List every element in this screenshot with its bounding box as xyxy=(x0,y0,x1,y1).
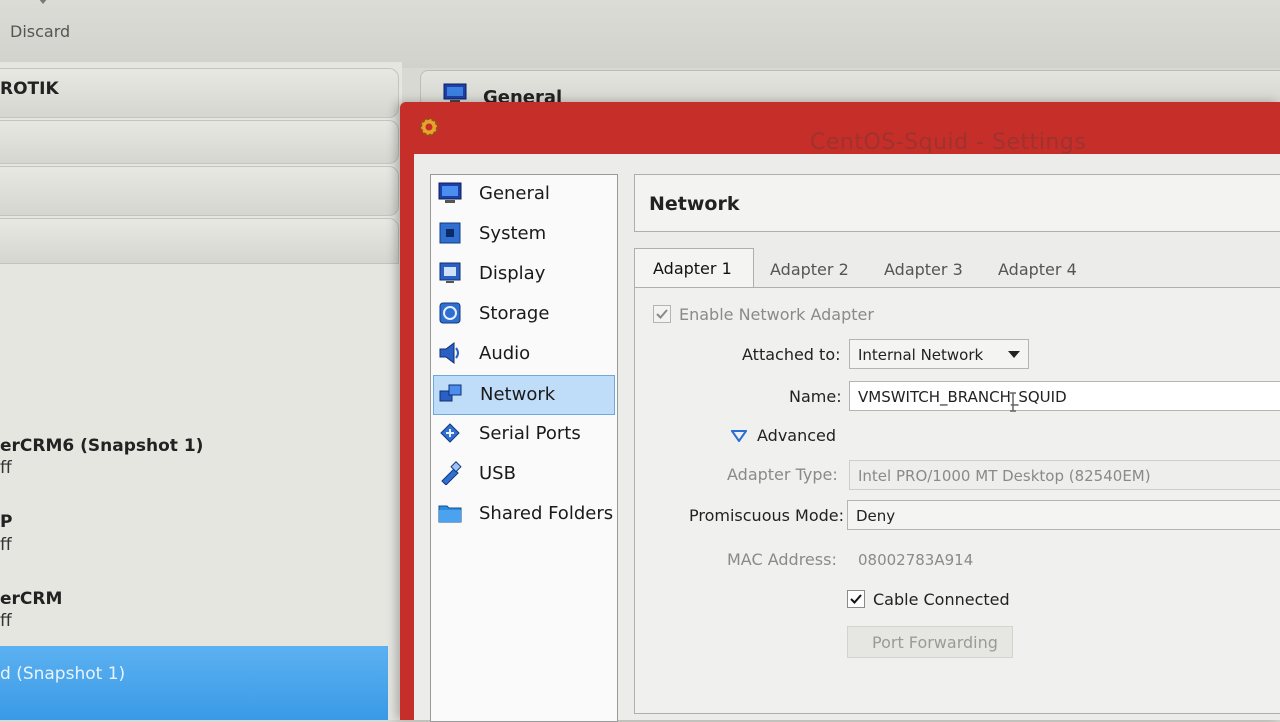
vm-name: ROTIK xyxy=(0,79,59,99)
category-label: Shared Folders xyxy=(479,503,614,524)
category-display[interactable]: Display xyxy=(433,255,613,293)
attached-to-value: Internal Network xyxy=(858,346,984,364)
vm-list-item[interactable]: ROTIK xyxy=(0,68,399,118)
vm-name[interactable]: P xyxy=(0,512,12,532)
category-label: Network xyxy=(480,384,556,405)
tab-adapter-2[interactable]: Adapter 2 xyxy=(770,248,870,286)
vm-list: ROTIK erCRM6 (Snapshot 1) ff P ff erCRM … xyxy=(0,62,402,720)
adapter-type-label: Adapter Type: xyxy=(727,465,838,484)
advanced-toggle[interactable]: Advanced xyxy=(757,426,836,445)
enable-adapter-checkbox[interactable] xyxy=(653,305,671,323)
display-icon xyxy=(439,262,461,283)
attached-to-label: Attached to: xyxy=(742,345,841,364)
vm-list-item[interactable] xyxy=(0,218,399,264)
monitor-icon xyxy=(438,182,462,203)
vm-name[interactable]: erCRM6 (Snapshot 1) xyxy=(0,436,203,456)
category-shared-folders[interactable]: Shared Folders xyxy=(433,495,613,533)
mac-address-label: MAC Address: xyxy=(727,550,837,569)
mac-address-value: 08002783A914 xyxy=(858,551,974,569)
tab-adapter-4[interactable]: Adapter 4 xyxy=(998,248,1098,286)
speaker-icon xyxy=(439,342,459,364)
checkmark-icon xyxy=(656,309,668,319)
category-label: System xyxy=(479,223,547,244)
category-label: General xyxy=(479,183,550,204)
category-label: Storage xyxy=(479,303,550,324)
port-forwarding-label: Port Forwarding xyxy=(872,633,998,652)
category-network[interactable]: Network xyxy=(433,375,615,415)
name-combobox[interactable]: VMSWITCH_BRANCH_SQUID xyxy=(849,381,1280,411)
category-label: Audio xyxy=(479,343,531,364)
name-label: Name: xyxy=(789,387,842,406)
monitor-icon xyxy=(443,83,467,102)
tab-label: Adapter 4 xyxy=(998,260,1077,279)
adapter-tab-body: Enable Network Adapter Attached to: Inte… xyxy=(634,287,1280,714)
page-title: Network xyxy=(649,193,740,215)
category-usb[interactable]: USB xyxy=(433,455,613,493)
adapter-tabs: Adapter 1 Adapter 2 Adapter 3 Adapter 4 xyxy=(634,248,1280,288)
promiscuous-mode-select[interactable]: Deny xyxy=(847,500,1280,530)
cable-connected-label: Cable Connected xyxy=(873,590,1010,609)
folder-icon xyxy=(438,505,462,523)
panel-header: Network xyxy=(634,174,1280,232)
tab-label: Adapter 2 xyxy=(770,260,849,279)
mouse-cursor-icon xyxy=(1010,392,1016,412)
tab-adapter-1[interactable]: Adapter 1 xyxy=(634,248,754,287)
gear-icon xyxy=(420,118,438,136)
category-audio[interactable]: Audio xyxy=(433,335,613,373)
settings-dialog: CentOS-Squid - Settings General System D… xyxy=(400,102,1280,722)
vm-state: ff xyxy=(0,458,12,478)
tab-adapter-3[interactable]: Adapter 3 xyxy=(884,248,984,286)
vm-name-text: erCRM6 (Snapshot 1) xyxy=(0,436,204,456)
category-system[interactable]: System xyxy=(433,215,613,253)
promiscuous-mode-value: Deny xyxy=(856,507,896,525)
category-storage[interactable]: Storage xyxy=(433,295,613,333)
vm-name[interactable]: erCRM xyxy=(0,589,62,609)
enable-adapter-label: Enable Network Adapter xyxy=(679,305,874,324)
discard-icon xyxy=(39,0,47,4)
manager-toolbar: Discard xyxy=(0,0,1280,68)
usb-icon xyxy=(441,461,462,485)
name-value: VMSWITCH_BRANCH_SQUID xyxy=(858,388,1067,406)
vm-list-item-selected[interactable]: d (Snapshot 1) xyxy=(0,646,388,720)
settings-category-list: General System Display Storage Audio Net… xyxy=(430,174,618,722)
disk-icon xyxy=(439,302,461,324)
category-label: Serial Ports xyxy=(479,423,581,444)
adapter-type-select[interactable]: Intel PRO/1000 MT Desktop (82540EM) xyxy=(849,460,1280,490)
expand-triangle-icon[interactable] xyxy=(731,430,747,442)
chip-icon xyxy=(439,222,461,244)
category-general[interactable]: General xyxy=(433,175,613,213)
vm-list-item[interactable] xyxy=(0,166,399,216)
port-forwarding-button[interactable]: Port Forwarding xyxy=(847,626,1013,658)
dialog-title: CentOS-Squid - Settings xyxy=(810,130,1087,155)
vm-state: ff xyxy=(0,611,12,631)
tab-label: Adapter 1 xyxy=(653,259,732,278)
tab-label: Adapter 3 xyxy=(884,260,963,279)
vm-name: d (Snapshot 1) xyxy=(0,664,126,684)
promiscuous-mode-label: Promiscuous Mode: xyxy=(689,506,845,525)
dialog-client: General System Display Storage Audio Net… xyxy=(414,154,1280,722)
discard-button[interactable]: Discard xyxy=(10,22,70,41)
network-icon xyxy=(439,384,462,402)
category-label: Display xyxy=(479,263,546,284)
category-serial-ports[interactable]: Serial Ports xyxy=(433,415,613,453)
category-label: USB xyxy=(479,463,516,484)
attached-to-select[interactable]: Internal Network xyxy=(849,339,1029,369)
checkmark-icon xyxy=(850,594,862,604)
adapter-type-value: Intel PRO/1000 MT Desktop (82540EM) xyxy=(858,467,1151,485)
mac-address-field[interactable]: 08002783A914 xyxy=(849,544,1280,574)
chevron-down-icon xyxy=(1008,351,1020,358)
vm-state: ff xyxy=(0,535,12,555)
cable-connected-checkbox[interactable] xyxy=(847,590,865,608)
serial-port-icon xyxy=(440,423,460,443)
vm-list-item[interactable] xyxy=(0,120,399,164)
